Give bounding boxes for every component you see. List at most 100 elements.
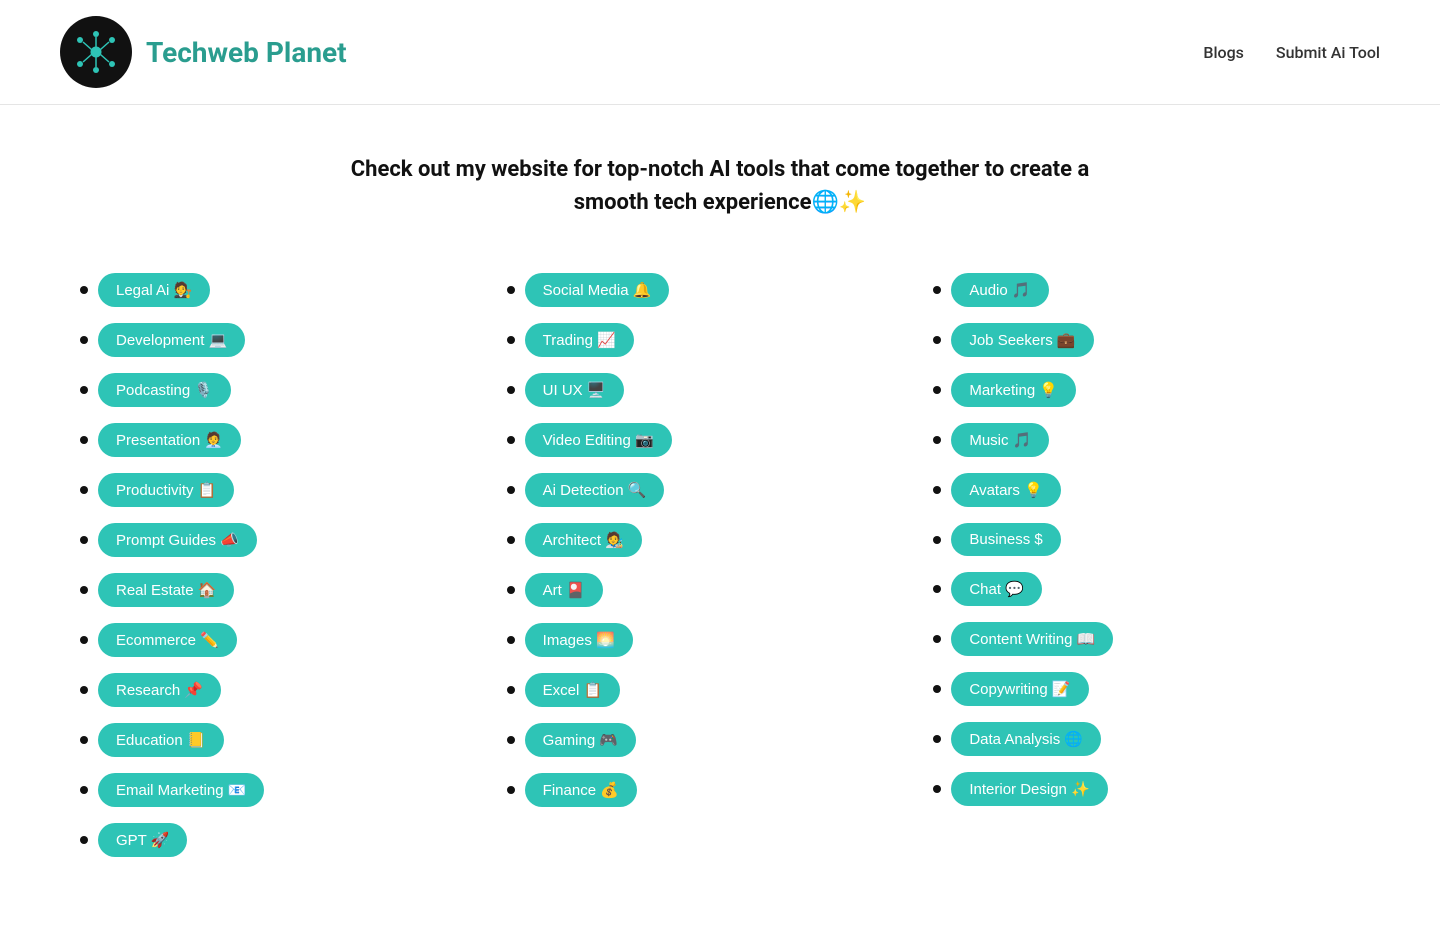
category-tag-button[interactable]: Legal Ai 🧑‍⚖️	[98, 273, 210, 307]
list-bullet	[933, 735, 941, 743]
list-item: Images 🌅	[507, 619, 934, 661]
list-item: Finance 💰	[507, 769, 934, 811]
list-bullet	[933, 536, 941, 544]
categories-section: Legal Ai 🧑‍⚖️ Development 💻 Podcasting 🎙️ P…	[0, 239, 1440, 929]
list-bullet	[507, 786, 515, 794]
category-tag-button[interactable]: Research 📌	[98, 673, 221, 707]
list-bullet	[933, 386, 941, 394]
category-column-3: Audio 🎵 Job Seekers 💼 Marketing 💡 Music 🎵 Av…	[933, 269, 1360, 869]
list-item: Marketing 💡	[933, 369, 1360, 411]
list-item: Excel 📋	[507, 669, 934, 711]
logo-icon	[60, 16, 132, 88]
category-tag-button[interactable]: Email Marketing 📧	[98, 773, 264, 807]
list-item: Art 🎴	[507, 569, 934, 611]
logo-area: Techweb Planet	[60, 16, 347, 88]
list-bullet	[80, 386, 88, 394]
category-tag-button[interactable]: Ecommerce ✏️	[98, 623, 237, 657]
list-bullet	[933, 286, 941, 294]
list-item: Architect 🧑‍🎨	[507, 519, 934, 561]
list-item: Productivity 📋	[80, 469, 507, 511]
nav-submit-tool[interactable]: Submit Ai Tool	[1276, 43, 1380, 62]
site-header: Techweb Planet Blogs Submit Ai Tool	[0, 0, 1440, 105]
category-tag-button[interactable]: Social Media 🔔	[525, 273, 670, 307]
list-bullet	[80, 686, 88, 694]
category-tag-button[interactable]: Excel 📋	[525, 673, 621, 707]
list-bullet	[933, 635, 941, 643]
category-tag-button[interactable]: Music 🎵	[951, 423, 1049, 457]
list-item: Legal Ai 🧑‍⚖️	[80, 269, 507, 311]
list-bullet	[507, 736, 515, 744]
list-item: Presentation 🧑‍💼	[80, 419, 507, 461]
list-bullet	[933, 486, 941, 494]
list-bullet	[933, 685, 941, 693]
category-tag-button[interactable]: Chat 💬	[951, 572, 1042, 606]
category-tag-button[interactable]: Finance 💰	[525, 773, 637, 807]
list-bullet	[80, 336, 88, 344]
list-bullet	[80, 536, 88, 544]
category-tag-button[interactable]: Copywriting 📝	[951, 672, 1088, 706]
list-item: Video Editing 📷	[507, 419, 934, 461]
category-tag-button[interactable]: Prompt Guides 📣	[98, 523, 257, 557]
list-item: Email Marketing 📧	[80, 769, 507, 811]
list-bullet	[80, 586, 88, 594]
list-item: Gaming 🎮	[507, 719, 934, 761]
category-tag-button[interactable]: Audio 🎵	[951, 273, 1048, 307]
list-bullet	[507, 536, 515, 544]
list-bullet	[507, 636, 515, 644]
list-bullet	[507, 586, 515, 594]
category-tag-button[interactable]: Ai Detection 🔍	[525, 473, 665, 507]
list-bullet	[933, 436, 941, 444]
list-item: UI UX 🖥️	[507, 369, 934, 411]
category-tag-button[interactable]: Data Analysis 🌐	[951, 722, 1101, 756]
list-bullet	[507, 486, 515, 494]
list-item: Music 🎵	[933, 419, 1360, 461]
list-bullet	[80, 736, 88, 744]
category-tag-button[interactable]: Images 🌅	[525, 623, 633, 657]
list-item: Podcasting 🎙️	[80, 369, 507, 411]
category-tag-button[interactable]: Interior Design ✨	[951, 772, 1107, 806]
list-bullet	[933, 585, 941, 593]
list-bullet	[507, 686, 515, 694]
category-tag-button[interactable]: Content Writing 📖	[951, 622, 1113, 656]
category-tag-button[interactable]: Avatars 💡	[951, 473, 1060, 507]
category-tag-button[interactable]: Podcasting 🎙️	[98, 373, 231, 407]
list-bullet	[80, 636, 88, 644]
list-item: Interior Design ✨	[933, 768, 1360, 810]
category-tag-button[interactable]: Trading 📈	[525, 323, 634, 357]
list-item: Social Media 🔔	[507, 269, 934, 311]
list-bullet	[933, 785, 941, 793]
list-bullet	[80, 436, 88, 444]
site-title: Techweb Planet	[146, 36, 347, 69]
list-item: Avatars 💡	[933, 469, 1360, 511]
list-item: Ecommerce ✏️	[80, 619, 507, 661]
list-item: Development 💻	[80, 319, 507, 361]
category-tag-button[interactable]: Business $	[951, 523, 1060, 556]
category-tag-button[interactable]: Gaming 🎮	[525, 723, 636, 757]
list-bullet	[80, 836, 88, 844]
list-item: Trading 📈	[507, 319, 934, 361]
category-tag-button[interactable]: Marketing 💡	[951, 373, 1076, 407]
list-item: Prompt Guides 📣	[80, 519, 507, 561]
category-tag-button[interactable]: UI UX 🖥️	[525, 373, 624, 407]
category-tag-button[interactable]: Development 💻	[98, 323, 245, 357]
category-column-1: Legal Ai 🧑‍⚖️ Development 💻 Podcasting 🎙️ P…	[80, 269, 507, 869]
nav-blogs[interactable]: Blogs	[1203, 43, 1244, 62]
list-item: Chat 💬	[933, 568, 1360, 610]
category-tag-button[interactable]: Architect 🧑‍🎨	[525, 523, 642, 557]
category-tag-button[interactable]: Education 📒	[98, 723, 224, 757]
category-tag-button[interactable]: Video Editing 📷	[525, 423, 672, 457]
category-tag-button[interactable]: Real Estate 🏠	[98, 573, 234, 607]
hero-section: Check out my website for top-notch AI to…	[270, 105, 1170, 239]
list-item: Ai Detection 🔍	[507, 469, 934, 511]
main-nav: Blogs Submit Ai Tool	[1203, 43, 1380, 62]
list-item: Real Estate 🏠	[80, 569, 507, 611]
category-tag-button[interactable]: Art 🎴	[525, 573, 603, 607]
list-item: Job Seekers 💼	[933, 319, 1360, 361]
list-bullet	[80, 786, 88, 794]
category-tag-button[interactable]: Presentation 🧑‍💼	[98, 423, 241, 457]
category-tag-button[interactable]: Productivity 📋	[98, 473, 234, 507]
category-tag-button[interactable]: GPT 🚀	[98, 823, 187, 857]
list-bullet	[507, 436, 515, 444]
category-tag-button[interactable]: Job Seekers 💼	[951, 323, 1093, 357]
list-bullet	[507, 386, 515, 394]
